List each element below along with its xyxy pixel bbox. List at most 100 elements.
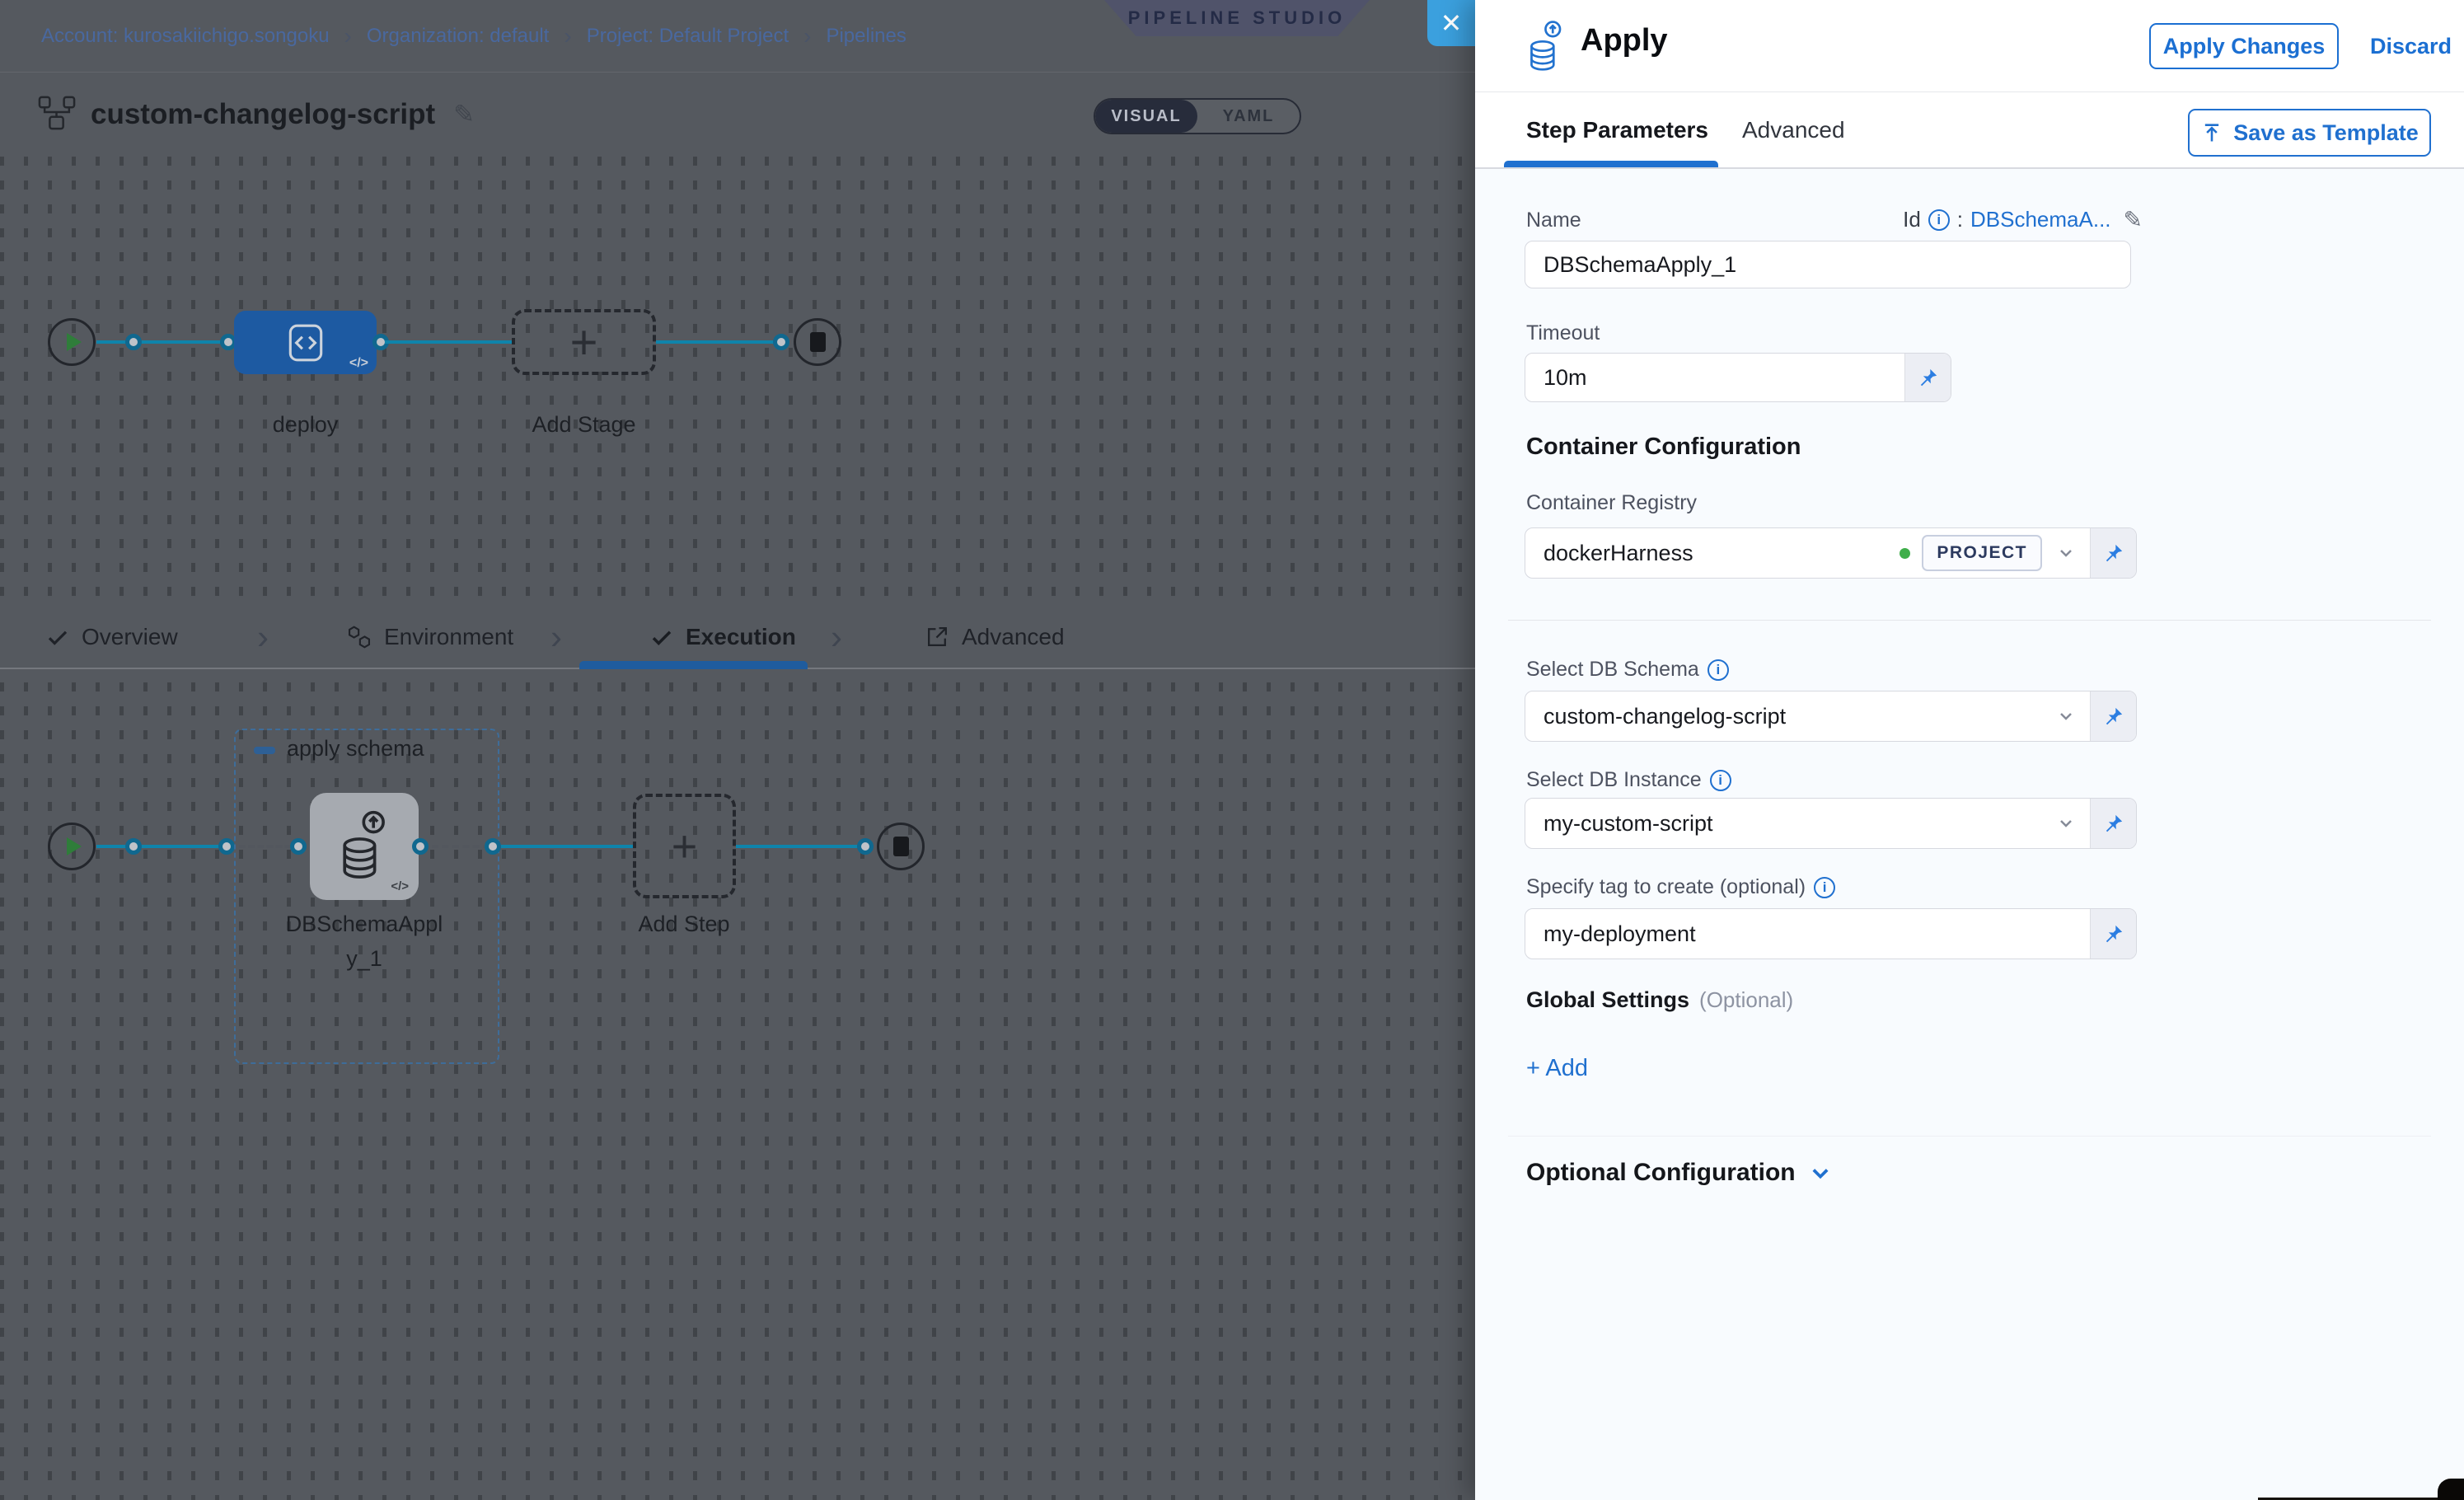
container-config-heading: Container Configuration [1526, 434, 1801, 461]
pin-input-type-button[interactable] [2090, 528, 2136, 578]
step-node-dbschemaapply[interactable]: </> [310, 793, 419, 900]
connector-line [501, 845, 633, 848]
breadcrumb-separator: › [803, 23, 811, 49]
pipeline-studio-badge: PIPELINE STUDIO [1104, 0, 1370, 36]
connector-dot [773, 334, 789, 350]
toggle-visual[interactable]: VISUAL [1095, 100, 1197, 133]
add-step-button[interactable]: + [633, 794, 736, 898]
add-stage-button[interactable]: + [512, 309, 656, 375]
info-icon[interactable]: i [1707, 659, 1729, 681]
db-apply-icon [1525, 20, 1567, 78]
tab-advanced[interactable]: Advanced [925, 606, 1065, 668]
step-label-line1: DBSchemaAppl [264, 912, 465, 937]
db-instance-label: Select DB Instance i [1526, 768, 1731, 792]
info-icon[interactable]: i [1814, 877, 1835, 898]
chevron-down-icon [2042, 799, 2090, 848]
panel-tab-bar: Step Parameters Advanced Save as Templat… [1475, 92, 2464, 169]
step-group-label[interactable]: apply schema [287, 736, 424, 762]
tag-label: Specify tag to create (optional) i [1526, 875, 1835, 899]
save-as-template-button[interactable]: Save as Template [2188, 109, 2431, 157]
pipeline-canvas: Account: kurosakiichigo.songoku › Organi… [0, 0, 1475, 1500]
pipeline-title: custom-changelog-script [91, 98, 435, 131]
connector-dot [125, 334, 142, 350]
toggle-yaml[interactable]: YAML [1197, 100, 1300, 133]
stage-label: deploy [234, 412, 377, 438]
stage-start-node [48, 318, 96, 366]
tag-label-text: Specify tag to create (optional) [1526, 875, 1806, 899]
edit-id-icon[interactable]: ✎ [2124, 206, 2143, 233]
connectivity-status-dot [1900, 548, 1910, 559]
window-corner [2438, 1479, 2464, 1500]
check-icon [649, 625, 674, 649]
id-separator: : [1957, 207, 1963, 232]
id-label: Id [1903, 207, 1921, 232]
db-schema-value: custom-changelog-script [1525, 691, 2042, 741]
container-registry-select[interactable]: dockerHarness PROJECT [1525, 527, 2137, 579]
db-apply-icon [335, 809, 393, 884]
connector-line-dashed [432, 845, 490, 848]
pin-icon [2102, 705, 2124, 728]
advanced-settings-icon [925, 624, 950, 649]
id-value-link[interactable]: DBSchemaA... [1970, 207, 2111, 232]
breadcrumb-pipelines[interactable]: Pipelines [826, 25, 906, 48]
db-instance-value: my-custom-script [1525, 799, 2042, 848]
connector-line [385, 340, 514, 344]
tab-advanced-label: Advanced [962, 624, 1065, 650]
close-drawer-button[interactable]: ✕ [1427, 0, 1475, 46]
breadcrumb-account[interactable]: Account: kurosakiichigo.songoku [41, 25, 330, 48]
connector-dot [412, 838, 429, 855]
discard-button[interactable]: Discard [2370, 23, 2452, 69]
breadcrumb-organization[interactable]: Organization: default [367, 25, 549, 48]
pin-input-type-button[interactable] [2090, 799, 2136, 848]
play-icon [67, 333, 82, 351]
tab-execution-label: Execution [686, 624, 796, 650]
step-label-line2: y_1 [264, 946, 465, 972]
add-global-setting-link[interactable]: + Add [1526, 1055, 1588, 1082]
tab-advanced-panel[interactable]: Advanced [1742, 117, 1845, 143]
edit-pipeline-name-icon[interactable]: ✎ [453, 100, 475, 129]
tab-environment[interactable]: Environment [346, 606, 513, 668]
chevron-down-icon [1809, 1161, 1832, 1184]
global-settings-optional: (Optional) [1699, 987, 1793, 1013]
optional-configuration-label: Optional Configuration [1526, 1159, 1796, 1187]
tab-environment-label: Environment [384, 624, 513, 650]
global-settings-row: Global Settings (Optional) [1526, 987, 1793, 1013]
info-icon[interactable]: i [1710, 770, 1731, 791]
db-schema-select[interactable]: custom-changelog-script [1525, 691, 2137, 742]
tab-separator-icon: › [257, 606, 269, 668]
connector-dot [290, 838, 307, 855]
timeout-input[interactable]: 10m [1525, 353, 1951, 402]
connector-dot [485, 838, 501, 855]
breadcrumb-project[interactable]: Project: Default Project [587, 25, 789, 48]
name-input[interactable] [1525, 241, 2131, 288]
stop-icon [810, 332, 826, 352]
pin-input-type-button[interactable] [1904, 354, 1951, 401]
tab-overview[interactable]: Overview [45, 606, 178, 668]
panel-header: Apply Apply Changes Discard [1475, 0, 2464, 92]
check-icon [45, 625, 70, 649]
connector-line [736, 845, 865, 848]
custom-stage-icon [285, 321, 326, 365]
hexagons-icon [346, 624, 372, 650]
scope-badge: PROJECT [1922, 535, 2042, 571]
stage-node-deploy[interactable]: </> [234, 311, 377, 374]
connector-dot [857, 838, 874, 855]
apply-changes-button[interactable]: Apply Changes [2149, 23, 2339, 69]
pin-input-type-button[interactable] [2090, 691, 2136, 741]
optional-configuration-toggle[interactable]: Optional Configuration [1526, 1159, 1832, 1187]
db-instance-select[interactable]: my-custom-script [1525, 798, 2137, 849]
tag-input[interactable]: my-deployment [1525, 908, 2137, 959]
code-badge: </> [349, 356, 368, 371]
timeout-label: Timeout [1526, 321, 1600, 345]
tag-value: my-deployment [1525, 909, 2090, 959]
tab-execution[interactable]: Execution [649, 606, 796, 668]
stage-end-node [794, 318, 841, 366]
pin-icon [2102, 813, 2124, 835]
connector-line [96, 340, 228, 344]
info-icon[interactable]: i [1928, 209, 1950, 231]
code-badge: </> [391, 879, 409, 893]
collapse-group-icon[interactable] [254, 747, 275, 754]
active-tab-underline [579, 661, 808, 669]
tab-step-parameters[interactable]: Step Parameters [1526, 117, 1708, 143]
pin-input-type-button[interactable] [2090, 909, 2136, 959]
